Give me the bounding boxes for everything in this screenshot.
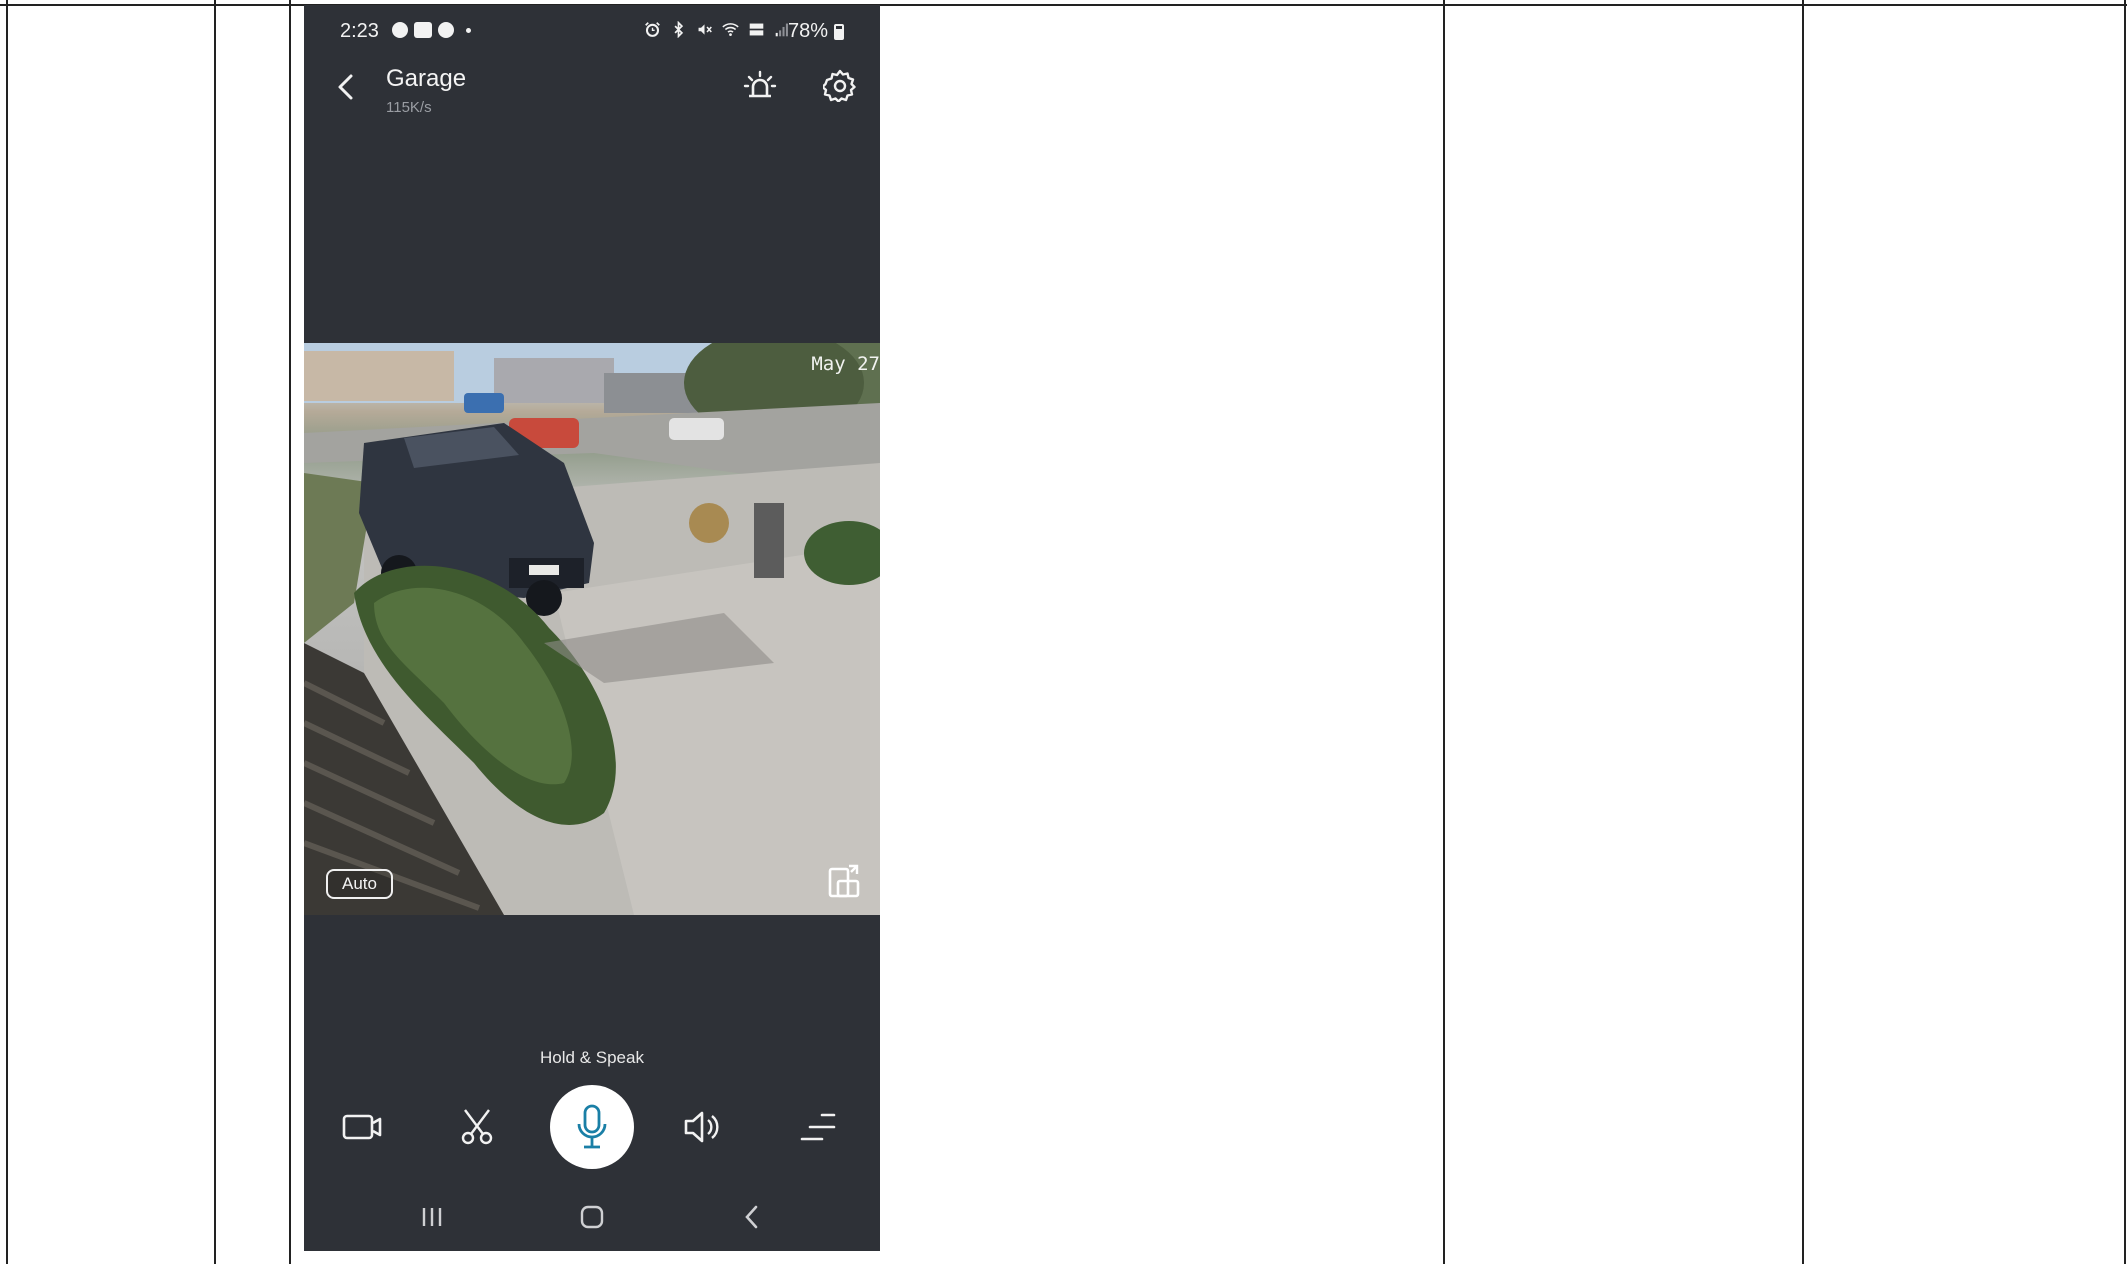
clip-button[interactable]	[445, 1095, 509, 1159]
siren-button[interactable]	[738, 63, 782, 107]
menu-icon	[800, 1113, 836, 1141]
mute-icon	[698, 24, 712, 35]
battery-icon	[834, 24, 844, 40]
rotate-screen-icon	[828, 864, 860, 898]
driveway-camera-image	[304, 343, 880, 915]
recent-apps-button[interactable]	[407, 1197, 457, 1237]
hold-to-speak-hint: Hold & Speak	[540, 1048, 644, 1067]
status-time: 2:23	[340, 20, 379, 42]
system-back-button[interactable]	[727, 1197, 777, 1237]
menu-button[interactable]	[786, 1095, 850, 1159]
table-divider-2	[289, 0, 291, 1264]
table-border-left	[6, 0, 8, 1264]
gallery-icon	[414, 22, 432, 38]
table-divider-4	[1802, 0, 1804, 1264]
quality-auto-button[interactable]: Auto	[326, 869, 393, 899]
speaker-icon	[684, 1111, 719, 1143]
volte-icon	[749, 23, 764, 36]
siren-icon	[743, 70, 777, 98]
record-button[interactable]	[330, 1095, 394, 1159]
settings-button[interactable]	[818, 63, 862, 107]
chevron-left-icon	[338, 74, 353, 100]
messenger-icon	[438, 22, 454, 38]
video-record-icon	[342, 1114, 382, 1140]
recent-apps-icon	[422, 1208, 442, 1226]
table-divider-3	[1443, 0, 1445, 1264]
bitrate-label: 115K/s	[386, 99, 432, 116]
status-bar: 2:23 78%	[304, 5, 880, 57]
rotate-screen-button[interactable]	[824, 861, 864, 901]
back-button[interactable]	[326, 67, 366, 107]
home-button[interactable]	[567, 1197, 617, 1237]
scissors-icon	[461, 1109, 493, 1145]
alarm-icon	[645, 22, 660, 37]
more-notifications-dot-icon	[466, 28, 471, 33]
camera-title: Garage	[386, 65, 467, 92]
speaker-button[interactable]	[670, 1095, 734, 1159]
snapchat-icon	[392, 22, 408, 38]
phone-screenshot: 2:23 78% Garage 115K/s May 27 Auto Hold …	[304, 5, 880, 1251]
back-icon	[745, 1205, 758, 1229]
control-bar	[304, 1085, 880, 1169]
bluetooth-icon	[674, 21, 684, 38]
battery-percent: 78%	[788, 20, 829, 42]
table-divider-1	[214, 0, 216, 1264]
status-system-icons	[644, 21, 791, 38]
wifi-icon	[722, 23, 739, 36]
microphone-icon	[577, 1104, 607, 1149]
table-border-right	[2124, 0, 2126, 1264]
status-notification-icons	[392, 22, 471, 38]
android-nav-bar	[304, 1189, 880, 1251]
app-bar: Garage 115K/s	[304, 57, 880, 129]
video-timestamp: May 27	[811, 353, 880, 375]
home-icon	[580, 1205, 604, 1229]
hold-to-speak-button[interactable]	[550, 1085, 634, 1169]
gear-icon	[823, 69, 856, 102]
document-page: 2:23 78% Garage 115K/s May 27 Auto Hold …	[0, 0, 2127, 1264]
live-video-feed[interactable]: May 27 Auto	[304, 343, 880, 915]
